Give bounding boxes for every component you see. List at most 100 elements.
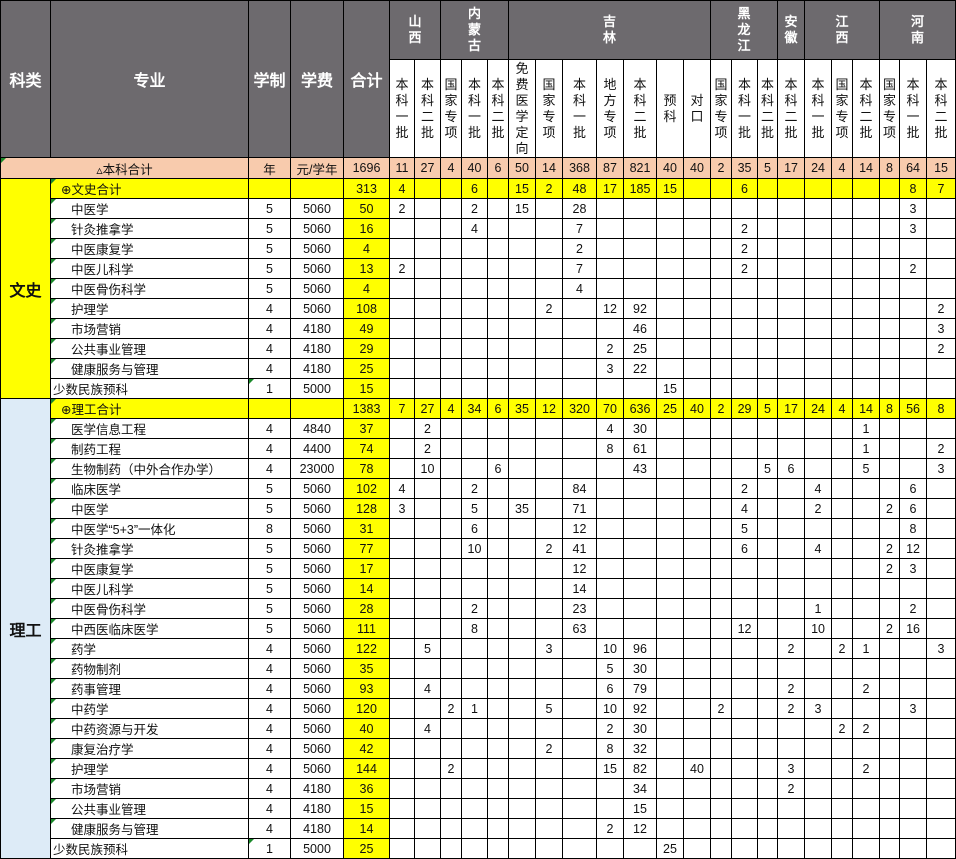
quota-cell[interactable] [389, 518, 415, 539]
major-cell[interactable]: 健康服务与管理 [50, 358, 249, 379]
duration-cell[interactable]: 4 [248, 318, 291, 339]
quota-cell[interactable] [596, 478, 624, 499]
quota-cell[interactable] [852, 598, 881, 619]
quota-cell[interactable] [804, 678, 833, 699]
quota-cell[interactable] [389, 838, 415, 859]
quota-cell[interactable] [623, 478, 657, 499]
quota-cell[interactable] [508, 218, 536, 239]
quota-cell[interactable] [899, 738, 928, 759]
tuition-cell[interactable]: 5060 [290, 498, 344, 519]
quota-cell[interactable]: 92 [623, 298, 657, 319]
duration-cell[interactable]: 4 [248, 338, 291, 359]
quota-cell[interactable] [562, 798, 597, 819]
quota-cell[interactable] [926, 718, 956, 739]
grand-total-cell[interactable]: 24 [804, 157, 833, 179]
major-cell[interactable]: 针灸推拿学 [50, 218, 249, 239]
quota-cell[interactable] [777, 418, 806, 439]
quota-cell[interactable] [926, 758, 956, 779]
subtotal-cell[interactable]: 17 [777, 398, 806, 419]
subtotal-cell[interactable]: 8 [879, 398, 901, 419]
quota-cell[interactable] [508, 278, 536, 299]
quota-cell[interactable]: 2 [899, 598, 928, 619]
quota-cell[interactable] [899, 658, 928, 679]
major-cell[interactable]: 市场营销 [50, 318, 249, 339]
major-cell[interactable]: 中医学 [50, 198, 249, 219]
quota-cell[interactable] [710, 798, 733, 819]
quota-cell[interactable] [461, 418, 488, 439]
quota-cell[interactable] [757, 358, 779, 379]
quota-cell[interactable] [535, 658, 563, 679]
quota-cell[interactable] [461, 558, 488, 579]
duration-cell[interactable]: 5 [248, 598, 291, 619]
quota-cell[interactable]: 2 [461, 478, 488, 499]
quota-cell[interactable] [777, 538, 806, 559]
quota-cell[interactable] [596, 378, 624, 399]
quota-cell[interactable] [831, 498, 854, 519]
grand-total-cell[interactable]: 2 [710, 157, 733, 179]
quota-cell[interactable] [562, 338, 597, 359]
quota-cell[interactable] [487, 678, 509, 699]
quota-cell[interactable]: 3 [899, 218, 928, 239]
quota-cell[interactable] [461, 238, 488, 259]
quota-cell[interactable]: 4 [596, 418, 624, 439]
quota-cell[interactable] [899, 458, 928, 479]
major-cell[interactable]: 康复治疗学 [50, 738, 249, 759]
header-batch[interactable]: 本科二批 [414, 59, 441, 158]
quota-cell[interactable] [926, 258, 956, 279]
quota-cell[interactable] [623, 238, 657, 259]
duration-cell[interactable]: 4 [248, 718, 291, 739]
quota-cell[interactable]: 3 [899, 198, 928, 219]
row-total-cell[interactable]: 36 [343, 778, 390, 799]
quota-cell[interactable] [831, 198, 854, 219]
quota-cell[interactable] [682, 678, 712, 699]
quota-cell[interactable] [757, 718, 779, 739]
major-cell[interactable]: 市场营销 [50, 778, 249, 799]
header-batch[interactable]: 国家专项 [440, 59, 462, 158]
quota-cell[interactable] [899, 358, 928, 379]
tuition-cell[interactable]: 4180 [290, 358, 344, 379]
quota-cell[interactable]: 6 [487, 458, 509, 479]
quota-cell[interactable]: 5 [596, 658, 624, 679]
tuition-cell[interactable]: 5060 [290, 558, 344, 579]
grand-total-cell[interactable]: 87 [596, 157, 624, 179]
quota-cell[interactable] [414, 198, 441, 219]
header-batch[interactable]: 本科一批 [731, 59, 759, 158]
quota-cell[interactable] [804, 358, 833, 379]
row-total-cell[interactable]: 50 [343, 198, 390, 219]
quota-cell[interactable] [535, 518, 563, 539]
quota-cell[interactable] [777, 578, 806, 599]
quota-cell[interactable] [562, 838, 597, 859]
quota-cell[interactable] [710, 498, 733, 519]
quota-cell[interactable]: 2 [777, 698, 806, 719]
quota-cell[interactable] [596, 778, 624, 799]
quota-cell[interactable] [879, 838, 901, 859]
subtotal-sum[interactable]: 313 [343, 178, 390, 199]
quota-cell[interactable] [414, 578, 441, 599]
quota-cell[interactable] [899, 438, 928, 459]
tuition-cell[interactable]: 5060 [290, 718, 344, 739]
row-total-cell[interactable]: 42 [343, 738, 390, 759]
quota-cell[interactable] [389, 298, 415, 319]
header-batch[interactable]: 预科 [656, 59, 684, 158]
grand-total-cell[interactable]: 8 [879, 157, 901, 179]
quota-cell[interactable] [757, 598, 779, 619]
quota-cell[interactable] [596, 458, 624, 479]
quota-cell[interactable]: 8 [461, 618, 488, 639]
quota-cell[interactable] [596, 538, 624, 559]
quota-cell[interactable] [757, 438, 779, 459]
quota-cell[interactable] [777, 278, 806, 299]
subtotal-label[interactable]: ⊕理工合计 [50, 398, 249, 419]
quota-cell[interactable]: 12 [596, 298, 624, 319]
quota-cell[interactable]: 2 [926, 338, 956, 359]
tuition-cell[interactable]: 5060 [290, 758, 344, 779]
quota-cell[interactable] [926, 358, 956, 379]
quota-cell[interactable] [682, 258, 712, 279]
quota-cell[interactable] [879, 638, 901, 659]
grand-total-cell[interactable]: 40 [656, 157, 684, 179]
quota-cell[interactable] [731, 678, 759, 699]
quota-cell[interactable] [899, 338, 928, 359]
quota-cell[interactable] [926, 778, 956, 799]
quota-cell[interactable] [389, 598, 415, 619]
quota-cell[interactable] [440, 518, 462, 539]
quota-cell[interactable] [623, 838, 657, 859]
